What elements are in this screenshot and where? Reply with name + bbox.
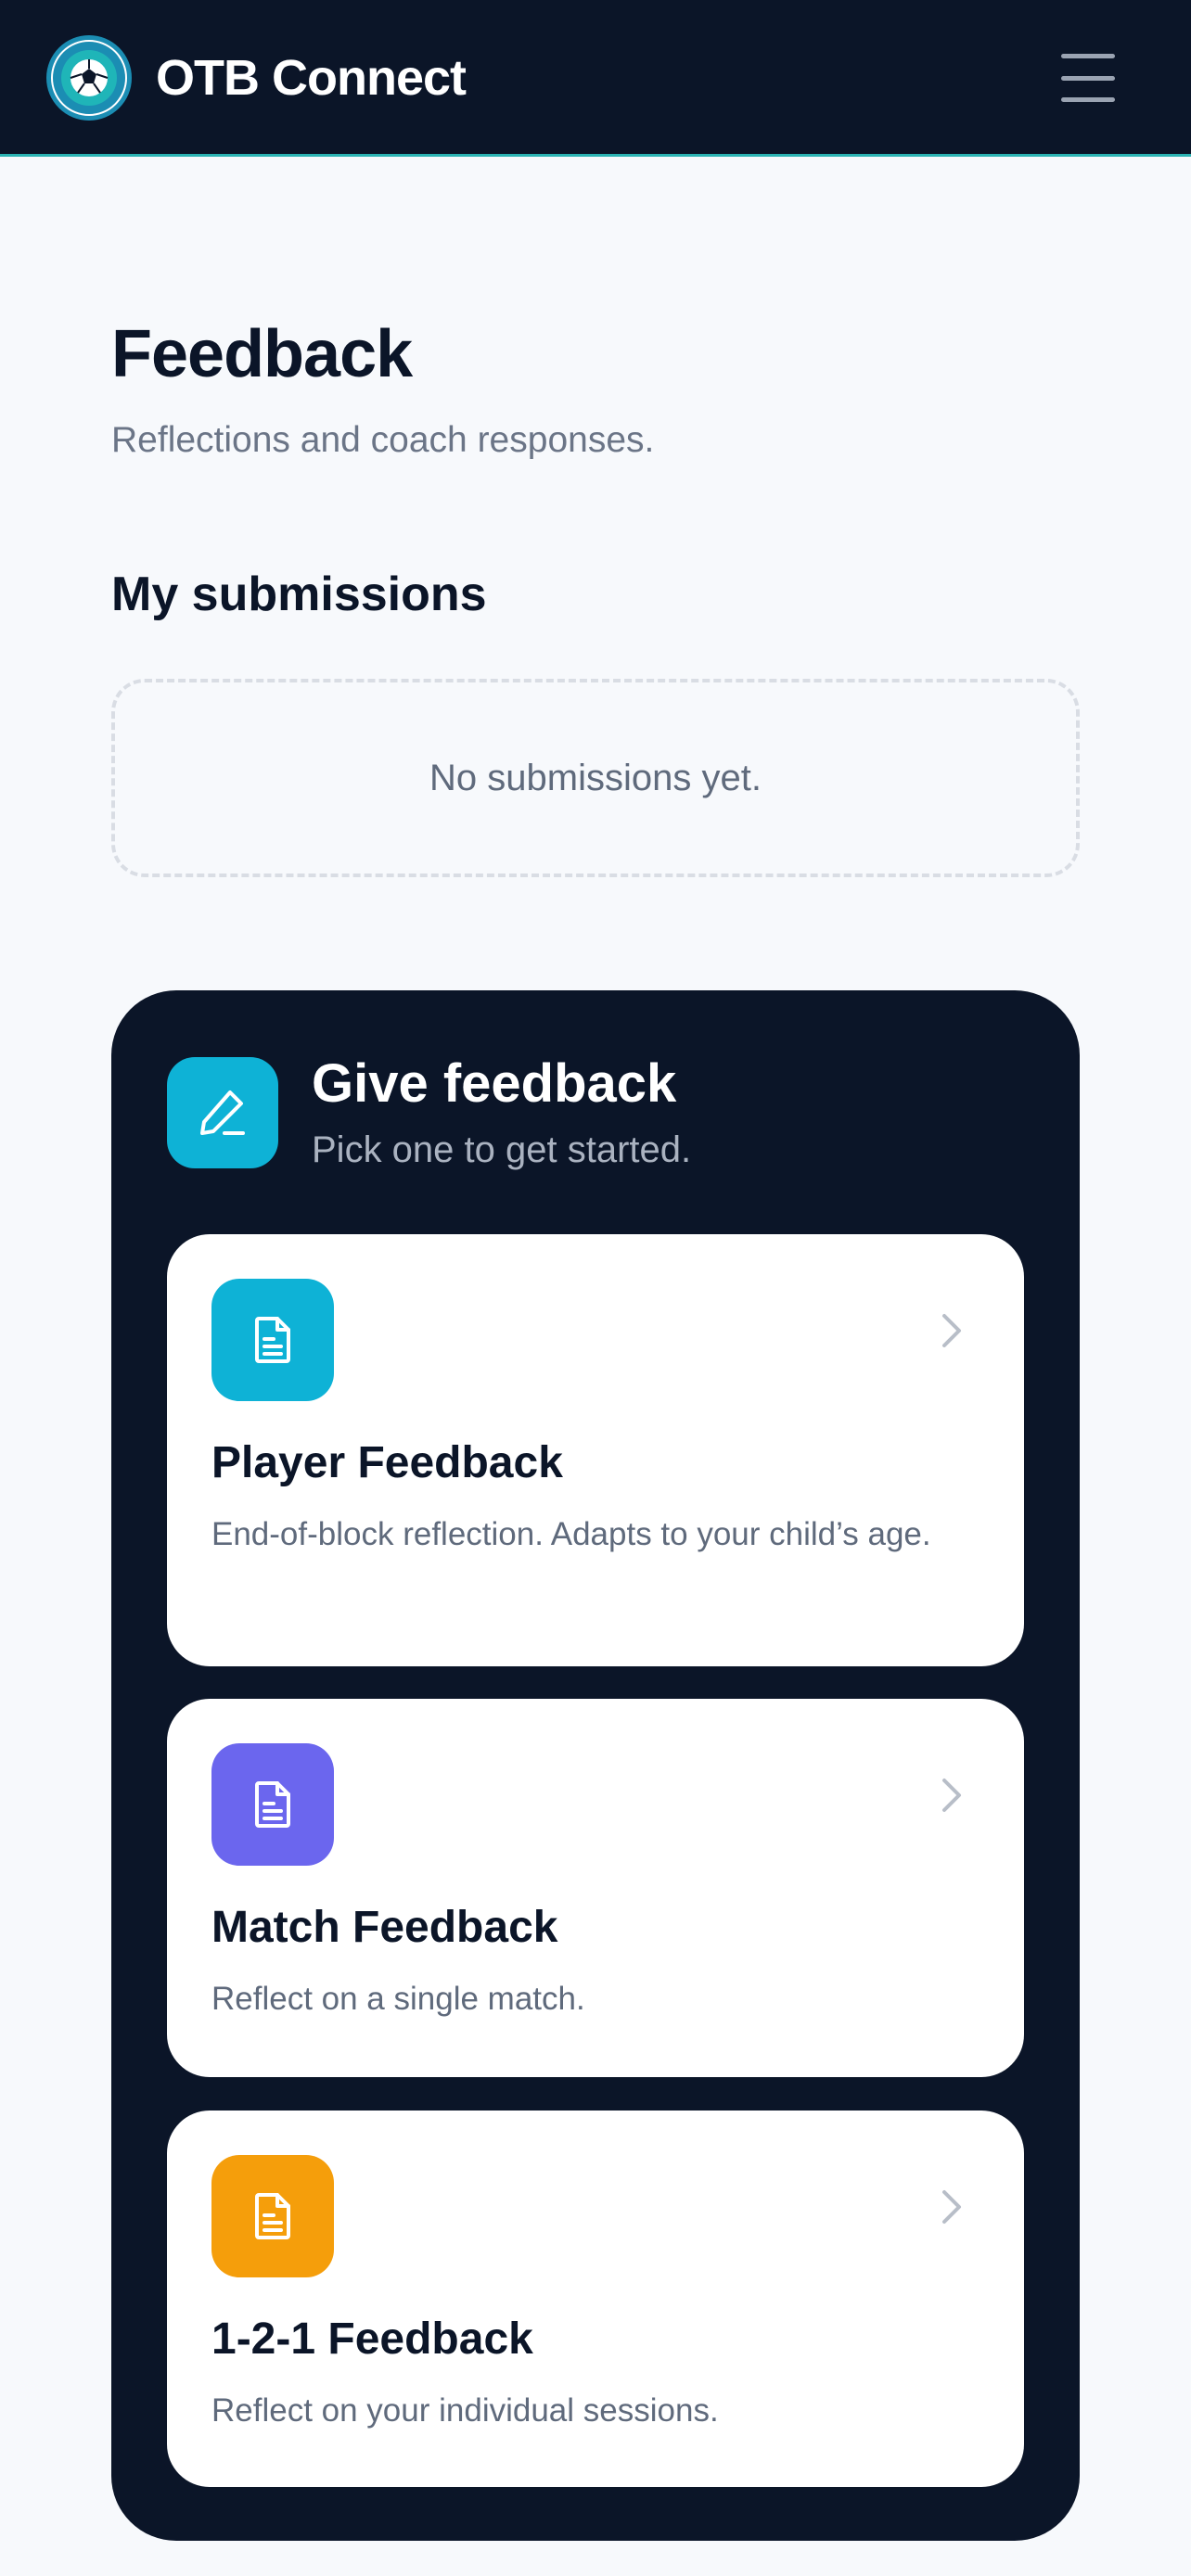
card-description: End-of-block reflection. Adapts to your … [211,1516,931,1552]
submissions-title: My submissions [111,567,487,621]
give-feedback-title: Give feedback [312,1053,677,1114]
one-to-one-feedback-card[interactable]: 1-2-1 Feedback Reflect on your individua… [167,2111,1024,2487]
card-description: Reflect on your individual sessions. [211,2392,719,2429]
card-description: Reflect on a single match. [211,1981,585,2017]
empty-state-text: No submissions yet. [429,757,762,798]
document-icon [211,1279,334,1401]
pencil-icon [167,1057,278,1168]
submissions-empty-state: No submissions yet. [111,679,1080,877]
player-feedback-card[interactable]: Player Feedback End-of-block reflection.… [167,1234,1024,1666]
document-icon [211,2155,334,2277]
card-title: 1-2-1 Feedback [211,2315,533,2364]
give-feedback-panel: Give feedback Pick one to get started. P… [111,990,1080,2541]
card-title: Match Feedback [211,1903,558,1952]
match-feedback-card[interactable]: Match Feedback Reflect on a single match… [167,1699,1024,2077]
hamburger-menu-icon[interactable] [1061,52,1115,104]
give-feedback-subtitle: Pick one to get started. [312,1129,692,1170]
chevron-right-icon [942,1314,961,1347]
club-logo-icon[interactable] [45,34,133,121]
card-title: Player Feedback [211,1438,563,1487]
brand-name[interactable]: OTB Connect [156,47,467,108]
page-title: Feedback [111,317,413,391]
chevron-right-icon [942,2190,961,2224]
top-bar: OTB Connect [0,0,1191,157]
page-subtitle: Reflections and coach responses. [111,420,655,460]
document-icon [211,1743,334,1866]
chevron-right-icon [942,1779,961,1812]
